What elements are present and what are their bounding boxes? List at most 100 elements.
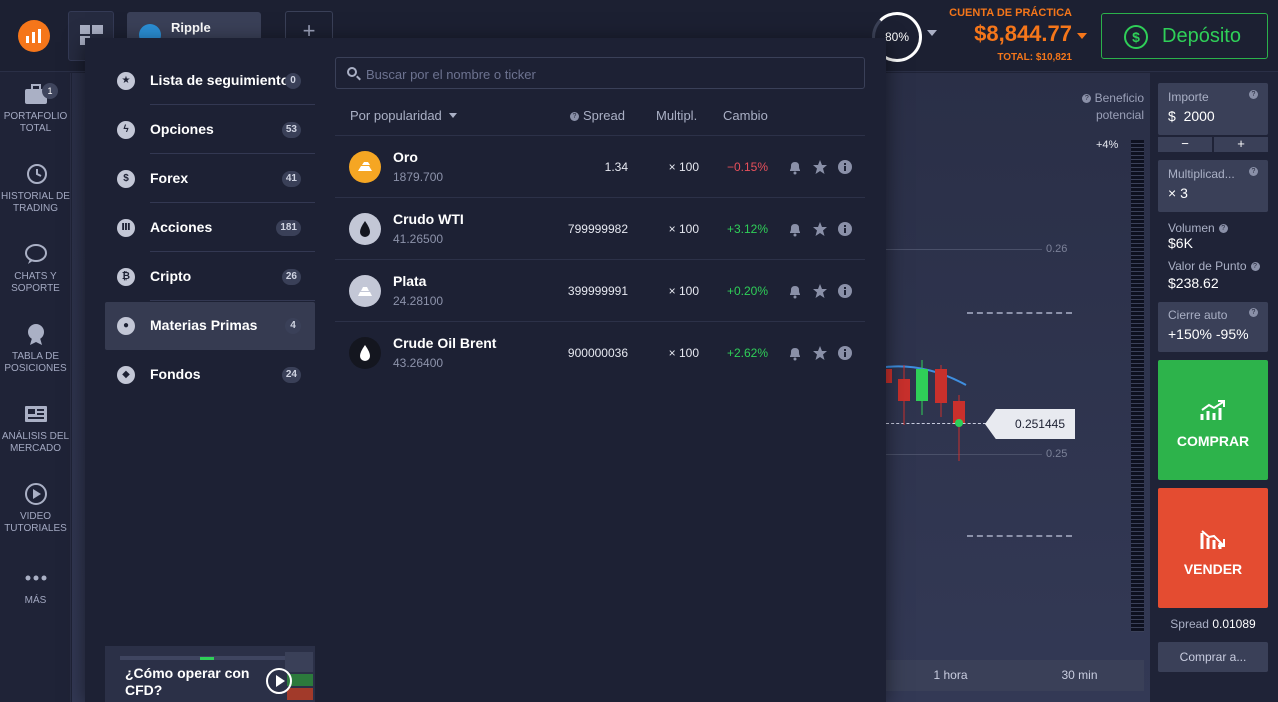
nav-label: PORTAFOLIO TOTAL (3, 111, 68, 134)
take-profit-line[interactable] (967, 312, 1072, 314)
price-level-label: 0.26 (1046, 243, 1068, 255)
star-icon[interactable] (812, 159, 828, 175)
asset-price: 24.28100 (393, 294, 444, 308)
bank-icon: Ⅲ (117, 219, 135, 237)
video-title: ¿Cómo operar con CFD? (125, 665, 250, 698)
multiplier-value[interactable]: × 3 (1168, 185, 1258, 201)
category-count: 26 (281, 269, 301, 285)
search-box[interactable] (335, 57, 865, 89)
category-options[interactable]: ϟ Opciones 53 (105, 106, 315, 154)
help-icon[interactable]: ? (1218, 224, 1228, 233)
category-forex[interactable]: $ Forex 41 (105, 155, 315, 203)
help-icon[interactable]: ? (1082, 94, 1092, 103)
category-count: 0 (285, 73, 301, 89)
account-type-label[interactable]: CUENTA DE PRÁCTICA (940, 7, 1072, 19)
asset-row-silver[interactable]: Plata 24.28100 399999991 × 100 +0.20% (335, 259, 865, 321)
help-icon[interactable]: ? (1249, 167, 1258, 176)
scale-top-label: +4% (1096, 139, 1119, 151)
point-value-label: Valor de Punto? (1168, 259, 1268, 273)
help-icon[interactable]: ? (1249, 308, 1258, 317)
timeframe-bar: 1 hora 30 min (886, 660, 1144, 691)
column-header-spread[interactable]: ? Spread (570, 108, 625, 123)
help-icon[interactable]: ? (570, 112, 579, 121)
asset-row-brent-crude[interactable]: Crude Oil Brent 43.26400 900000036 × 100… (335, 321, 865, 383)
nav-chat-support[interactable]: CHATS Y SOPORTE (0, 243, 71, 295)
bell-icon[interactable] (787, 159, 803, 175)
nav-more[interactable]: MÁS (0, 567, 71, 607)
category-label: Fondos (150, 366, 201, 382)
trophy-icon (27, 324, 44, 345)
sell-button[interactable]: VENDER (1158, 488, 1268, 608)
asset-name: Crudo WTI (393, 211, 464, 227)
timeframe-option[interactable]: 30 min (1015, 660, 1144, 691)
play-icon[interactable] (266, 668, 292, 694)
divider (150, 251, 315, 252)
category-crypto[interactable]: ₿ Cripto 26 (105, 253, 315, 301)
asset-spread: 1.34 (604, 160, 628, 174)
search-input[interactable] (366, 64, 846, 84)
increase-amount-button[interactable]: + (1214, 137, 1268, 152)
search-icon (347, 67, 357, 77)
info-icon[interactable] (837, 159, 853, 175)
star-icon: ★ (117, 72, 135, 90)
asset-change: +2.62% (726, 346, 768, 360)
asset-tab-ripple[interactable]: Ripple (127, 12, 261, 46)
buy-button[interactable]: COMPRAR (1158, 360, 1268, 480)
divider (150, 153, 315, 154)
column-header-multiplier[interactable]: Multipl. (656, 108, 697, 123)
help-icon[interactable]: ? (1249, 90, 1258, 99)
asset-row-wti-crude[interactable]: Crudo WTI 41.26500 799999982 × 100 +3.12… (335, 197, 865, 259)
nav-label: CHATS Y SOPORTE (11, 271, 60, 294)
timeframe-option[interactable]: 1 hora (886, 660, 1015, 691)
info-icon[interactable] (837, 221, 853, 237)
auto-close-field[interactable]: Cierre auto? +150% -95% (1158, 302, 1268, 352)
bell-icon[interactable] (787, 221, 803, 237)
chevron-down-icon[interactable] (1077, 33, 1087, 39)
category-stocks[interactable]: Ⅲ Acciones 181 (105, 204, 315, 252)
asset-spread: 399999991 (567, 284, 628, 298)
bell-icon[interactable] (787, 345, 803, 361)
nav-label: HISTORIAL DE TRADING (1, 191, 70, 214)
asset-price: 43.26400 (393, 356, 444, 370)
star-icon[interactable] (812, 283, 828, 299)
nav-portfolio[interactable]: 1 PORTAFOLIO TOTAL (0, 83, 71, 135)
info-icon[interactable] (837, 283, 853, 299)
stop-loss-line[interactable] (967, 535, 1072, 537)
nav-trading-history[interactable]: HISTORIAL DE TRADING (0, 163, 71, 215)
divider (150, 104, 315, 105)
spread-label: Spread (1170, 617, 1209, 631)
sort-dropdown[interactable]: Por popularidad (350, 108, 458, 123)
help-icon[interactable]: ? (1250, 262, 1260, 271)
category-count: 53 (281, 122, 301, 138)
category-funds[interactable]: ◆ Fondos 24 (105, 351, 315, 399)
asset-change: +0.20% (726, 284, 768, 298)
account-balance[interactable]: $8,844.77 (940, 21, 1072, 47)
cfd-video-card[interactable]: ¿Cómo operar con CFD? (105, 646, 315, 702)
star-icon[interactable] (812, 345, 828, 361)
add-tab-button[interactable]: + (285, 11, 333, 43)
column-header-change[interactable]: Cambio (723, 108, 768, 123)
buy-at-price-button[interactable]: Comprar a... (1158, 642, 1268, 672)
chevron-down-icon[interactable] (927, 30, 937, 36)
category-label: Cripto (150, 268, 192, 284)
bell-icon[interactable] (787, 283, 803, 299)
category-label: Materias Primas (150, 317, 258, 333)
category-label: Acciones (150, 219, 213, 235)
nav-market-analysis[interactable]: ANÁLISIS DEL MERCADO (0, 403, 71, 455)
app-logo[interactable] (18, 20, 50, 52)
asset-multiplier: × 100 (668, 346, 699, 360)
decrease-amount-button[interactable]: − (1158, 137, 1212, 152)
deposit-button[interactable]: $ Depósito (1101, 13, 1268, 59)
category-watchlist[interactable]: ★ Lista de seguimiento 0 (105, 57, 315, 105)
asset-row-gold[interactable]: Oro 1879.700 1.34 × 100 −0.15% (335, 135, 865, 197)
amount-value[interactable]: $ 2000 (1168, 108, 1258, 124)
nav-video-tutorials[interactable]: VIDEO TUTORIALES (0, 483, 71, 535)
auto-close-value[interactable]: +150% -95% (1168, 326, 1258, 342)
category-commodities[interactable]: ● Materias Primas 4 (105, 302, 315, 350)
nav-leaderboard[interactable]: TABLA DE POSICIONES (0, 323, 71, 375)
info-icon[interactable] (837, 345, 853, 361)
asset-multiplier: × 100 (668, 284, 699, 298)
amount-field[interactable]: Importe? $ 2000 (1158, 83, 1268, 135)
multiplier-field[interactable]: Multiplicad...? × 3 (1158, 160, 1268, 212)
star-icon[interactable] (812, 221, 828, 237)
